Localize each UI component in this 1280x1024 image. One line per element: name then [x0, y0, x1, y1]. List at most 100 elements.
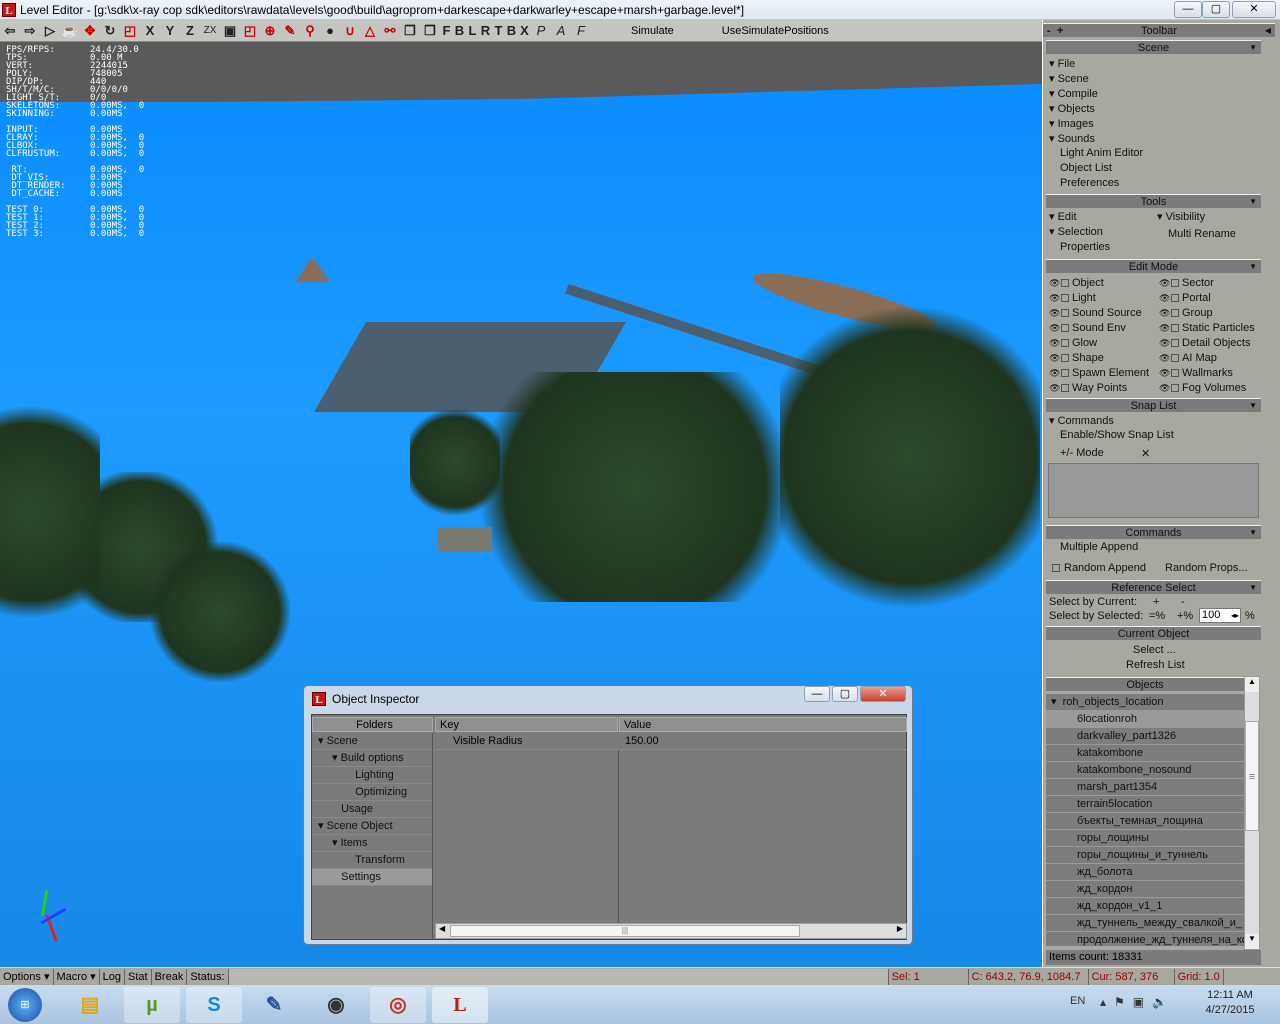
edit-mode-header[interactable]: Edit Mode ▼ [1046, 259, 1261, 273]
start-button[interactable]: ⊞ [8, 988, 42, 1022]
refresh-list-button[interactable]: Refresh List [1126, 659, 1185, 671]
paint-icon[interactable]: ✎ [246, 987, 302, 1023]
object-list-item[interactable]: жд_кордон_v1_1 [1046, 898, 1244, 915]
collapse-all-button[interactable]: - [1047, 24, 1051, 38]
axis-zx-button[interactable]: ZX [200, 21, 220, 41]
snap-list-box[interactable] [1048, 463, 1259, 518]
snap-object-icon[interactable]: ▣ [220, 21, 240, 41]
scene-menu-objects[interactable]: ▾ Objects [1049, 102, 1095, 115]
object-list-item[interactable]: горы_лощины [1046, 830, 1244, 847]
object-list-item[interactable]: terrain5location [1046, 796, 1244, 813]
object-list-item[interactable]: жд_болота [1046, 864, 1244, 881]
camera-arcball-icon[interactable]: A [551, 21, 571, 41]
maximize-button[interactable]: ▢ [1202, 1, 1230, 18]
snap-rotate-icon[interactable]: ● [320, 21, 340, 41]
arrow-right-icon[interactable]: ⇨ [20, 21, 40, 41]
axis-x-button[interactable]: X [140, 21, 160, 41]
edit-mode-item[interactable]: 👁 Group [1159, 307, 1213, 319]
edit-mode-item[interactable]: 👁 Sound Source [1049, 307, 1142, 319]
tools-multi-rename[interactable]: Multi Rename [1168, 228, 1236, 240]
log-button[interactable]: Log [100, 968, 125, 985]
objects-root[interactable]: ▾ roh_objects_location [1046, 694, 1244, 711]
select-pointer-icon[interactable]: ▷ [40, 21, 60, 41]
edit-mode-item[interactable]: 👁 Sector [1159, 277, 1214, 289]
close-button[interactable]: ✕ [1232, 1, 1276, 18]
edit-mode-item[interactable]: 👁 Spawn Element [1049, 367, 1149, 379]
chrome-icon[interactable]: ◎ [370, 987, 426, 1023]
commands-header[interactable]: Commands ▼ [1046, 525, 1261, 539]
camera-planar-icon[interactable]: P [531, 21, 551, 41]
options-menu[interactable]: Options ▾ [0, 968, 54, 985]
break-button[interactable]: Break [152, 968, 188, 985]
clock[interactable]: 12:11 AM 4/27/2015 [1200, 989, 1260, 1016]
edit-mode-item[interactable]: 👁 Object [1049, 277, 1104, 289]
object-list-item[interactable]: 6locationroh [1046, 711, 1244, 728]
inspector-close-button[interactable]: ✕ [860, 686, 906, 702]
axis-z-button[interactable]: Z [180, 21, 200, 41]
random-props-button[interactable]: Random Props... [1165, 562, 1248, 574]
view-back-button[interactable]: B [453, 21, 466, 41]
stat-button[interactable]: Stat [125, 968, 152, 985]
minimize-button[interactable]: — [1174, 1, 1202, 18]
explorer-icon[interactable]: ▤ [62, 987, 118, 1023]
tray-icons[interactable]: ▴⚑▣🔈 [1100, 995, 1175, 1009]
inspector-maximize-button[interactable]: ▢ [832, 686, 858, 702]
select-object-button[interactable]: Select ... [1133, 644, 1176, 656]
folder-item[interactable]: Usage [312, 801, 432, 818]
magnet-icon[interactable]: ✎ [280, 21, 300, 41]
tools-selection[interactable]: ▾ Selection [1049, 225, 1103, 238]
object-list-item[interactable]: горы_лощины_и_туннель [1046, 847, 1244, 864]
scene-menu-scene[interactable]: ▾ Scene [1049, 72, 1089, 85]
enable-snap-list[interactable]: Enable/Show Snap List [1060, 429, 1174, 441]
tools-header[interactable]: Tools ▼ [1046, 194, 1261, 208]
edit-mode-item[interactable]: 👁 Detail Objects [1159, 337, 1250, 349]
expand-all-button[interactable]: + [1057, 24, 1063, 38]
objects-list[interactable]: ▾ roh_objects_location 6locationroh darkv… [1046, 694, 1244, 946]
scene-item[interactable]: Preferences [1060, 177, 1119, 189]
edit-mode-item[interactable]: 👁 Way Points [1049, 382, 1127, 394]
object-list-item[interactable]: darkvalley_part1326 [1046, 728, 1244, 745]
horizontal-scrollbar[interactable]: ◀ ||| ▶ [435, 923, 907, 939]
tools-visibility[interactable]: ▾ Visibility [1157, 210, 1205, 223]
view-front-button[interactable]: F [440, 21, 453, 41]
folder-item[interactable]: Lighting [312, 767, 432, 784]
objects-scrollbar[interactable]: ▲ ≡ ▼ [1244, 676, 1260, 950]
snap-angle-icon[interactable]: ∪ [340, 21, 360, 41]
select-eq-pct[interactable]: =% [1149, 610, 1165, 622]
view-right-button[interactable]: R [479, 21, 492, 41]
utorrent-icon[interactable]: µ [124, 987, 180, 1023]
object-list-item[interactable]: продолжение_жд_туннеля_на_ко [1046, 932, 1244, 946]
camera-icon[interactable]: ◉ [308, 987, 364, 1023]
snap-grid-icon[interactable]: ◰ [240, 21, 260, 41]
scene-item[interactable]: Light Anim Editor [1060, 147, 1143, 159]
scene-menu-sounds[interactable]: ▾ Sounds [1049, 132, 1095, 145]
simulate-button[interactable]: Simulate [631, 25, 674, 37]
snap-scale-icon[interactable]: ⚯ [380, 21, 400, 41]
snap-list-header[interactable]: Snap List ▼ [1046, 398, 1261, 412]
use-simulate-positions-button[interactable]: UseSimulatePositions [722, 25, 829, 37]
tools-properties[interactable]: Properties [1060, 241, 1110, 253]
object-list-item[interactable]: жд_туннель_между_свалкой_и_ [1046, 915, 1244, 932]
axis-y-button[interactable]: Y [160, 21, 180, 41]
snap-mode-button[interactable]: +/- Mode [1060, 447, 1104, 459]
object-list-item[interactable]: бъекты_темная_лощина [1046, 813, 1244, 830]
scene-item[interactable]: Object List [1060, 162, 1112, 174]
multiple-append-button[interactable]: Multiple Append [1060, 541, 1138, 553]
select-plus-pct[interactable]: +% [1177, 610, 1193, 622]
edit-mode-item[interactable]: 👁 Static Particles [1159, 322, 1255, 334]
current-object-header[interactable]: Current Object [1046, 626, 1261, 640]
snap-normal-icon[interactable]: △ [360, 21, 380, 41]
zoom-selected-icon[interactable]: ❐ [420, 21, 440, 41]
percent-input[interactable]: 100 ◂▸ [1199, 608, 1241, 623]
folder-item[interactable]: ▾ Build options [312, 750, 432, 767]
view-reset-button[interactable]: X [518, 21, 531, 41]
reference-select-header[interactable]: Reference Select ▼ [1046, 580, 1261, 594]
scene-menu-compile[interactable]: ▾ Compile [1049, 87, 1098, 100]
folder-item[interactable]: ▾ Scene [312, 733, 432, 750]
object-list-item[interactable]: жд_кордон [1046, 881, 1244, 898]
caret-left-icon[interactable]: ◀ [1265, 24, 1271, 38]
property-value[interactable]: 150.00 [625, 733, 659, 750]
snap-point-icon[interactable]: ⊕ [260, 21, 280, 41]
edit-mode-item[interactable]: 👁 Wallmarks [1159, 367, 1233, 379]
random-append-checkbox[interactable]: Random Append [1050, 562, 1146, 574]
